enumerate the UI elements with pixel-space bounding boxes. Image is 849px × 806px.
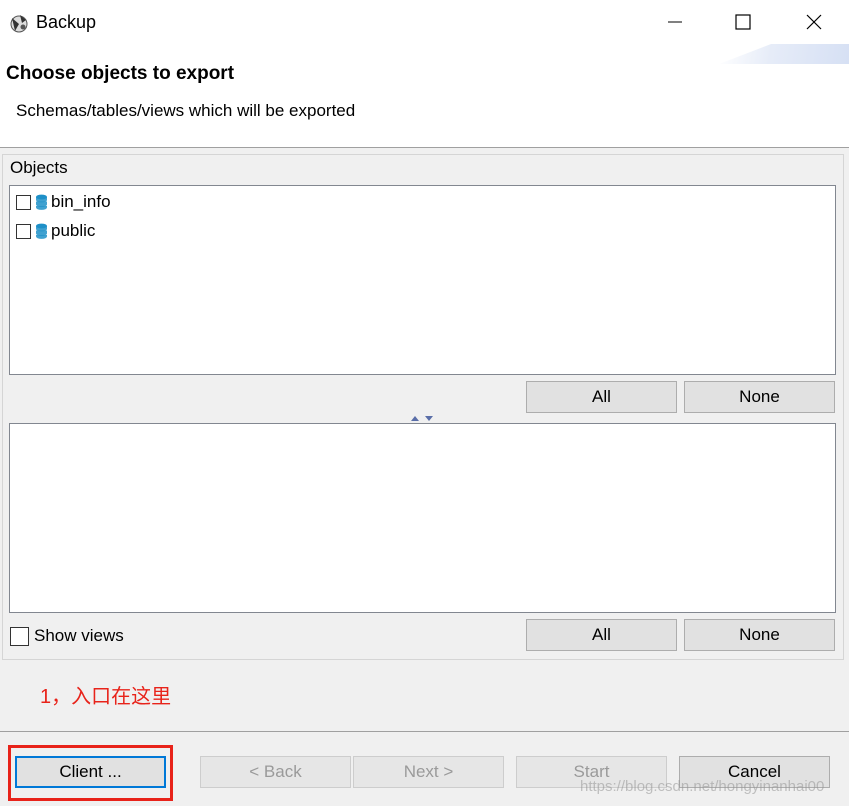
- splitter-handle-icon[interactable]: [410, 414, 434, 422]
- window-title: Backup: [36, 12, 97, 32]
- footer-separator: [0, 731, 849, 732]
- close-button[interactable]: [779, 0, 849, 44]
- show-views-option[interactable]: Show views: [10, 626, 124, 646]
- select-all-schemas-button[interactable]: All: [526, 381, 677, 413]
- maximize-icon: [735, 14, 751, 30]
- tables-list[interactable]: [9, 423, 836, 613]
- schema-tree[interactable]: bin_info public: [9, 185, 836, 375]
- minimize-button[interactable]: [640, 0, 710, 44]
- database-schema-icon: [36, 223, 47, 239]
- select-all-tables-button[interactable]: All: [526, 619, 677, 651]
- title-bar: Backup: [0, 0, 849, 44]
- next-button[interactable]: Next >: [353, 756, 504, 788]
- watermark-text: https://blog.csdn.net/hongyinanhai00: [580, 778, 825, 795]
- back-button[interactable]: < Back: [200, 756, 351, 788]
- client-button[interactable]: Client ...: [15, 756, 166, 788]
- tree-item-label: public: [51, 221, 96, 240]
- show-views-checkbox[interactable]: [10, 626, 29, 646]
- schema-checkbox[interactable]: [16, 223, 31, 239]
- database-schema-icon: [36, 194, 47, 210]
- wizard-header: Choose objects to export Schemas/tables/…: [0, 44, 849, 148]
- tree-item-bin-info[interactable]: bin_info: [16, 190, 111, 214]
- show-views-label: Show views: [34, 626, 124, 645]
- tree-item-public[interactable]: public: [16, 219, 95, 243]
- objects-group-label: Objects: [10, 158, 72, 178]
- select-none-schemas-button[interactable]: None: [684, 381, 835, 413]
- minimize-icon: [668, 21, 682, 23]
- close-icon: [806, 14, 822, 30]
- page-title: Choose objects to export: [6, 63, 235, 84]
- schema-checkbox[interactable]: [16, 194, 31, 210]
- select-none-tables-button[interactable]: None: [684, 619, 835, 651]
- header-banner-decoration: [719, 44, 849, 64]
- maximize-button[interactable]: [708, 0, 778, 44]
- backup-app-icon: [10, 15, 28, 33]
- page-description: Schemas/tables/views which will be expor…: [16, 101, 356, 120]
- tree-item-label: bin_info: [51, 192, 111, 211]
- annotation-note: 1，入口在这里: [40, 686, 172, 708]
